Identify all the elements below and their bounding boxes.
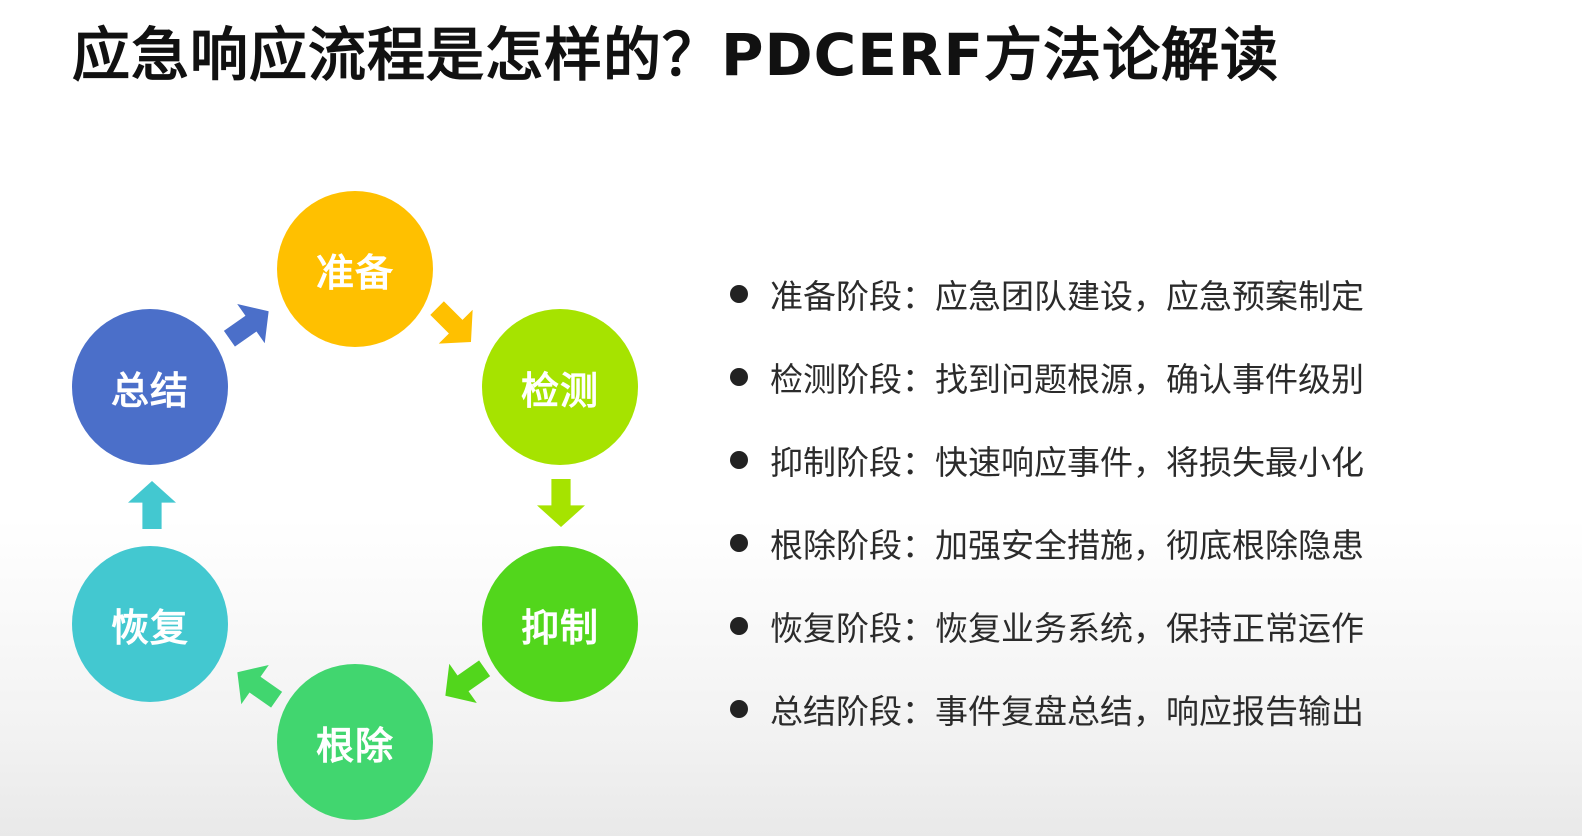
bullet-icon: [730, 450, 748, 469]
stage-description: 根除阶段：加强安全措施，彻底根除隐患: [770, 525, 1364, 565]
bullet-icon: [730, 616, 748, 635]
stage-description: 检测阶段：找到问题根源，确认事件级别: [770, 359, 1364, 399]
stage-node-detection: 检测: [482, 309, 638, 465]
flow-arrow-containment-to-eradication: [432, 649, 499, 716]
flow-arrow-summary-to-preparation: [216, 292, 283, 359]
flow-arrow-recovery-to-summary: [128, 481, 176, 529]
stage-description: 恢复阶段：恢复业务系统，保持正常运作: [770, 608, 1364, 648]
list-item: 根除阶段：加强安全措施，彻底根除隐患: [730, 501, 1490, 584]
stage-node-eradication: 根除: [277, 664, 433, 820]
pdcerf-cycle-diagram: 准备 检测 抑制 根除 恢复 总结: [0, 0, 700, 836]
list-item: 恢复阶段：恢复业务系统，保持正常运作: [730, 584, 1490, 667]
stage-node-containment: 抑制: [482, 546, 638, 702]
arrow-shape: [237, 664, 283, 708]
flow-arrow-eradication-to-recovery: [224, 653, 291, 720]
stage-node-recovery: 恢复: [72, 546, 228, 702]
stage-description: 抑制阶段：快速响应事件，将损失最小化: [770, 442, 1364, 482]
arrow-shape: [445, 660, 491, 704]
stage-description-list: 准备阶段：应急团队建设，应急预案制定 检测阶段：找到问题根源，确认事件级别 抑制…: [730, 252, 1490, 750]
bullet-icon: [730, 533, 748, 552]
list-item: 准备阶段：应急团队建设，应急预案制定: [730, 252, 1490, 335]
arrow-shape: [537, 479, 585, 527]
arrow-shape: [430, 301, 473, 344]
stage-description: 准备阶段：应急团队建设，应急预案制定: [770, 276, 1364, 316]
flow-arrow-detection-to-containment: [537, 479, 585, 527]
arrow-shape: [223, 303, 269, 347]
arrow-shape: [128, 481, 176, 529]
list-item: 抑制阶段：快速响应事件，将损失最小化: [730, 418, 1490, 501]
stage-description: 总结阶段：事件复盘总结，响应报告输出: [770, 691, 1364, 731]
bullet-icon: [730, 284, 748, 303]
flow-arrow-preparation-to-detection: [420, 291, 488, 359]
list-item: 总结阶段：事件复盘总结，响应报告输出: [730, 667, 1490, 750]
stage-node-preparation: 准备: [277, 191, 433, 347]
stage-node-summary: 总结: [72, 309, 228, 465]
list-item: 检测阶段：找到问题根源，确认事件级别: [730, 335, 1490, 418]
bullet-icon: [730, 699, 748, 718]
bullet-icon: [730, 367, 748, 386]
